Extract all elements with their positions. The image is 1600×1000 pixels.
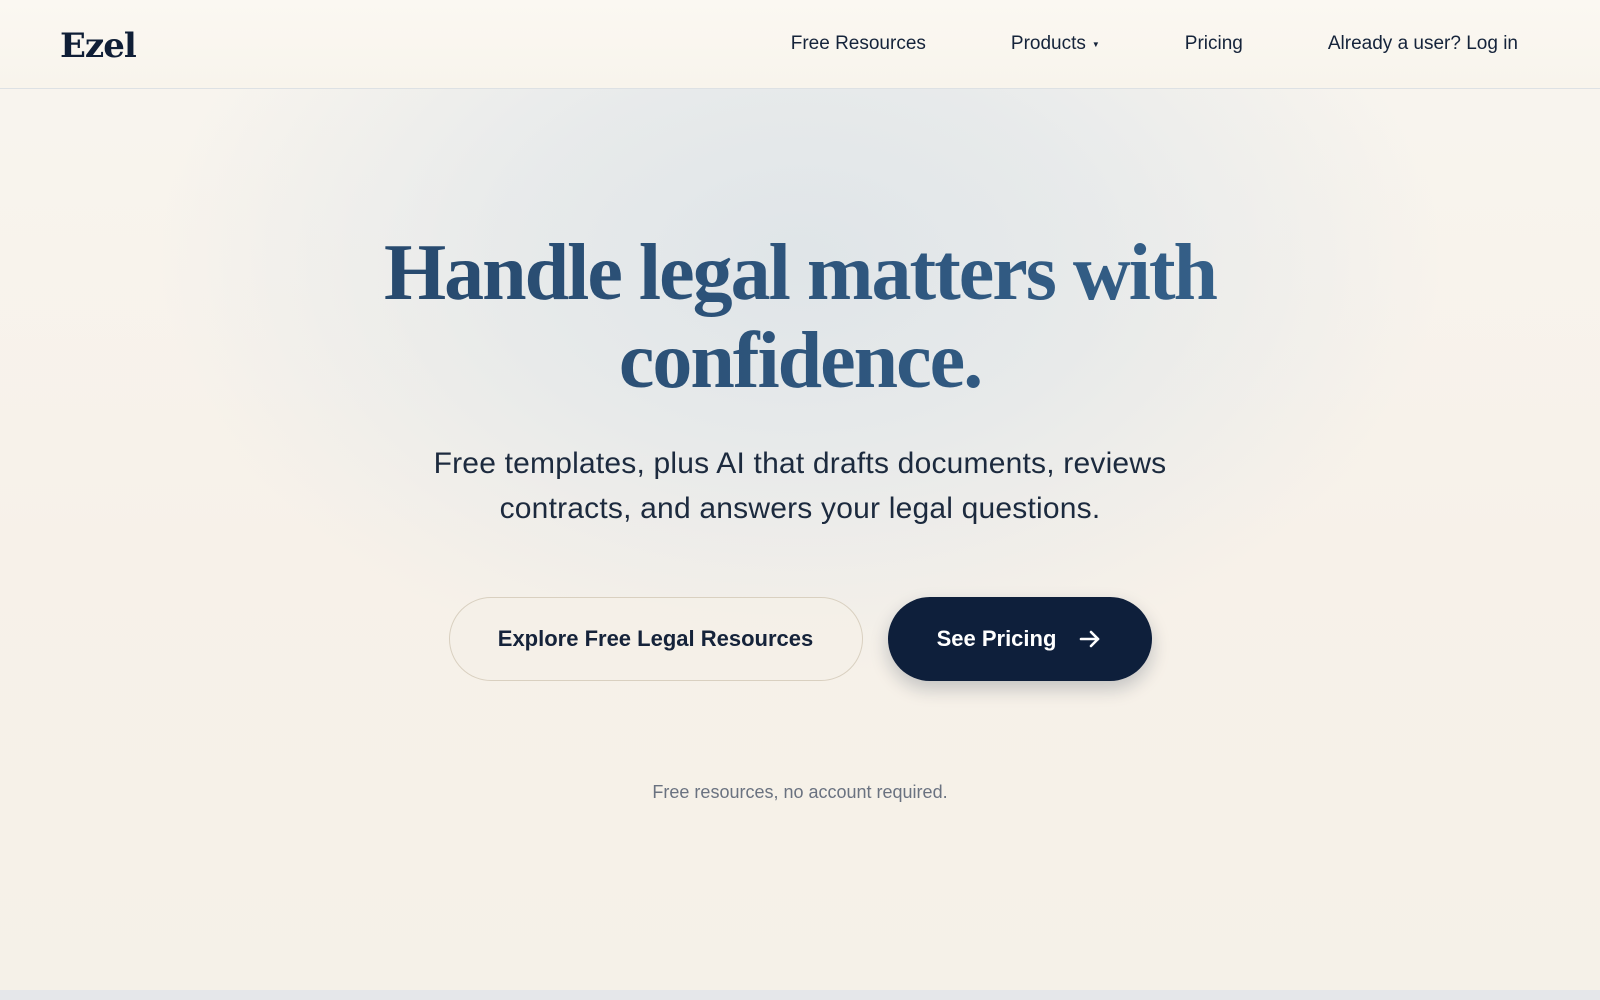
logo[interactable]: Ezel: [60, 25, 137, 63]
explore-resources-button[interactable]: Explore Free Legal Resources: [448, 597, 863, 681]
bottom-divider: [0, 990, 1600, 1000]
nav-login[interactable]: Already a user? Log in: [1328, 33, 1518, 55]
see-pricing-button[interactable]: See Pricing: [887, 597, 1152, 681]
arrow-right-icon: [1080, 630, 1100, 648]
hero-section: Handle legal matters with confidence. Fr…: [0, 89, 1600, 989]
hero-headline-line-1: Handle legal matters with: [383, 229, 1217, 317]
hero-subhead-line-1: Free templates, plus AI that drafts docu…: [433, 447, 1167, 480]
nav-free-resources[interactable]: Free Resources: [791, 33, 926, 55]
cta-row: Explore Free Legal Resources See Pricing: [0, 597, 1600, 681]
caret-down-icon: ▼: [1091, 40, 1100, 49]
hero-subhead-line-2: contracts, and answers your legal questi…: [499, 492, 1101, 525]
site-header: Ezel Free Resources Products ▼ Pricing A…: [0, 0, 1600, 89]
no-account-note: Free resources, no account required.: [652, 782, 948, 802]
see-pricing-label: See Pricing: [936, 626, 1057, 651]
hero-subhead: Free templates, plus AI that drafts docu…: [0, 441, 1600, 531]
nav-products[interactable]: Products ▼: [1011, 33, 1100, 55]
nav-products-label: Products: [1010, 33, 1086, 54]
hero-headline-line-2: confidence.: [618, 317, 982, 405]
hero-headline: Handle legal matters with confidence.: [0, 229, 1600, 405]
main-nav: Free Resources Products ▼ Pricing Alread…: [791, 0, 1518, 88]
nav-pricing[interactable]: Pricing: [1185, 33, 1243, 55]
